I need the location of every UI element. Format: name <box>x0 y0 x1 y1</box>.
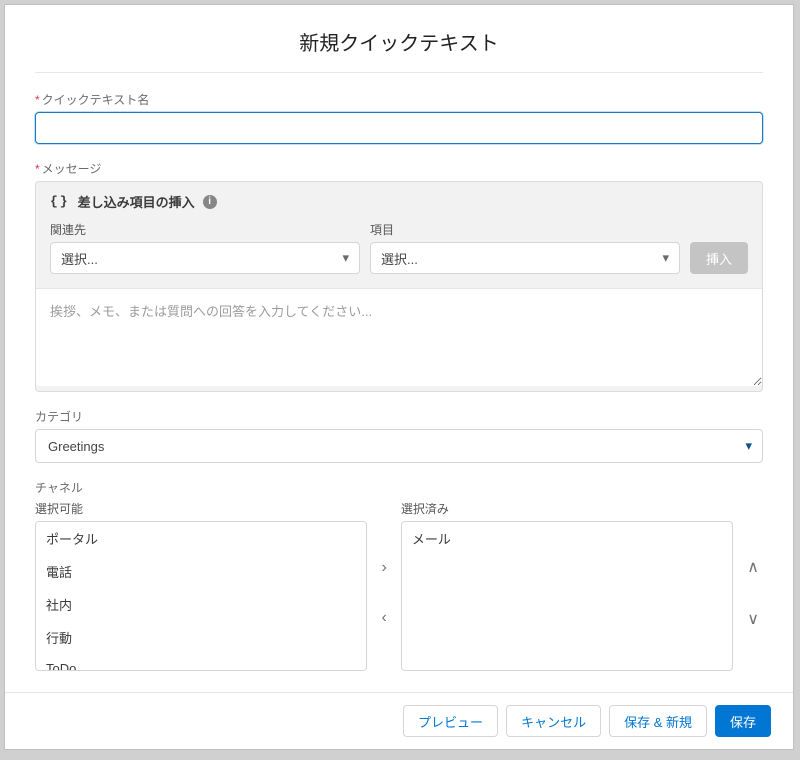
message-field-group: メッセージ {} 差し込み項目の挿入 i 関連先 選択... ▾ <box>35 160 763 392</box>
move-up-button[interactable]: ∧ <box>743 553 763 581</box>
insert-button[interactable]: 挿入 <box>690 242 748 274</box>
selected-label: 選択済み <box>401 500 733 517</box>
selected-listbox[interactable]: メール <box>401 521 733 671</box>
list-item[interactable]: 電話 <box>36 555 366 588</box>
chevron-down-icon: ▾ <box>342 250 349 266</box>
transfer-buttons: › ‹ <box>377 500 390 671</box>
merge-controls-row: 関連先 選択... ▾ 項目 選択... ▾ <box>36 217 762 288</box>
channel-label: チャネル <box>35 479 763 496</box>
chevron-right-icon: › <box>381 559 386 576</box>
save-button[interactable]: 保存 <box>715 705 771 737</box>
related-select-text: 選択... <box>61 249 98 268</box>
merge-header: {} 差し込み項目の挿入 i <box>36 182 762 217</box>
list-item[interactable]: 社内 <box>36 588 366 621</box>
category-label: カテゴリ <box>35 408 763 425</box>
message-textarea[interactable] <box>36 288 762 386</box>
modal-dialog: 新規クイックテキスト クイックテキスト名 メッセージ {} 差し込み項目の挿入 … <box>4 4 794 750</box>
modal-header: 新規クイックテキスト <box>35 5 763 73</box>
chevron-down-icon: ▾ <box>662 250 669 266</box>
related-select[interactable]: 選択... ▾ <box>50 242 360 274</box>
item-label: 項目 <box>370 221 680 238</box>
dual-list-row: 選択可能 ポータル電話社内行動ToDo › ‹ 選択済み メール <box>35 500 763 671</box>
message-label: メッセージ <box>35 160 763 177</box>
merge-fields-panel: {} 差し込み項目の挿入 i 関連先 選択... ▾ <box>35 181 763 392</box>
category-select-text: Greetings <box>48 439 104 454</box>
chevron-left-icon: ‹ <box>381 609 386 626</box>
merge-field-icon: {} <box>50 194 70 209</box>
name-input[interactable] <box>35 112 763 144</box>
save-and-new-button[interactable]: 保存 & 新規 <box>609 705 707 737</box>
preview-button[interactable]: プレビュー <box>403 705 498 737</box>
available-column: 選択可能 ポータル電話社内行動ToDo <box>35 500 367 671</box>
list-item[interactable]: 行動 <box>36 621 366 654</box>
chevron-down-icon: ∨ <box>747 611 759 628</box>
category-select[interactable]: Greetings ▾ <box>35 429 763 463</box>
selected-column: 選択済み メール <box>401 500 733 671</box>
category-field-group: カテゴリ Greetings ▾ <box>35 408 763 463</box>
item-select-text: 選択... <box>381 249 418 268</box>
form-body: クイックテキスト名 メッセージ {} 差し込み項目の挿入 i 関連先 <box>5 91 793 689</box>
name-label: クイックテキスト名 <box>35 91 763 108</box>
modal-footer: プレビュー キャンセル 保存 & 新規 保存 <box>5 692 793 749</box>
scroll-area[interactable]: 新規クイックテキスト クイックテキスト名 メッセージ {} 差し込み項目の挿入 … <box>5 5 793 692</box>
move-left-button[interactable]: ‹ <box>377 605 390 631</box>
available-listbox[interactable]: ポータル電話社内行動ToDo <box>35 521 367 671</box>
reorder-buttons: ∧ ∨ <box>743 500 763 671</box>
name-field-group: クイックテキスト名 <box>35 91 763 144</box>
item-select[interactable]: 選択... ▾ <box>370 242 680 274</box>
modal-title: 新規クイックテキスト <box>35 27 763 56</box>
merge-title: 差し込み項目の挿入 <box>78 192 195 211</box>
chevron-up-icon: ∧ <box>747 559 759 576</box>
move-down-button[interactable]: ∨ <box>743 605 763 633</box>
channel-section: チャネル 選択可能 ポータル電話社内行動ToDo › ‹ <box>35 479 763 671</box>
available-label: 選択可能 <box>35 500 367 517</box>
cancel-button[interactable]: キャンセル <box>506 705 601 737</box>
list-item[interactable]: ToDo <box>36 654 366 671</box>
list-item[interactable]: メール <box>402 522 732 555</box>
info-icon[interactable]: i <box>203 195 217 209</box>
move-right-button[interactable]: › <box>377 555 390 581</box>
related-label: 関連先 <box>50 221 360 238</box>
list-item[interactable]: ポータル <box>36 522 366 555</box>
related-col: 関連先 選択... ▾ <box>50 221 360 274</box>
item-col: 項目 選択... ▾ <box>370 221 680 274</box>
chevron-down-icon: ▾ <box>745 438 752 454</box>
